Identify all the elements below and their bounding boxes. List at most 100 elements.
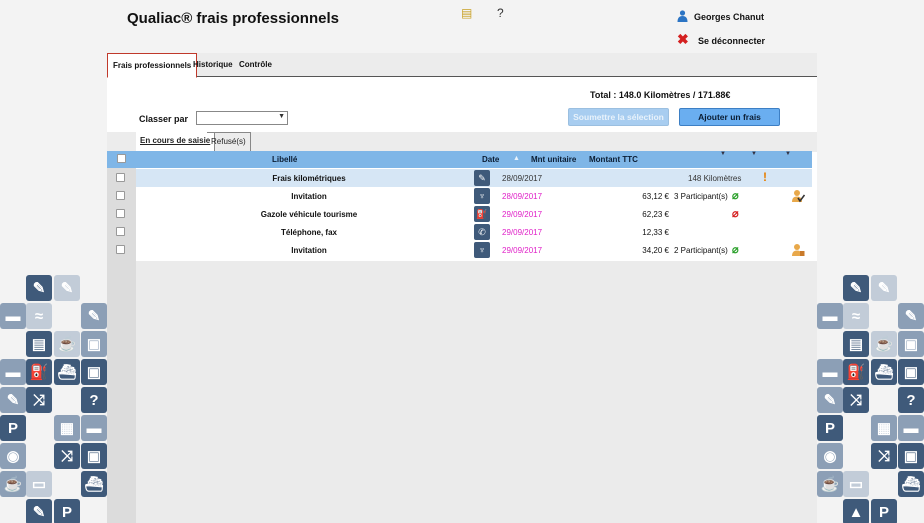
shuffle-icon: ⤨ bbox=[871, 443, 897, 469]
notes-icon[interactable]: ▤ bbox=[461, 6, 472, 20]
coffee-icon: ☕ bbox=[817, 471, 843, 497]
subtab-en-cours[interactable]: En cours de saisie bbox=[136, 132, 216, 152]
pencil-icon: ✎ bbox=[871, 275, 897, 301]
warning-icon[interactable]: ! bbox=[763, 170, 767, 184]
header-montant-ttc[interactable]: Montant TTC bbox=[589, 155, 638, 164]
attachment-icon[interactable]: ⌀ bbox=[732, 243, 739, 256]
bed-icon: ▬ bbox=[817, 303, 843, 329]
row-libelle: Gazole véhicule tourisme bbox=[260, 210, 358, 219]
bed-icon: ▬ bbox=[0, 303, 26, 329]
table-row[interactable]: Frais kilométriques ✎ 28/09/2017 148 Kil… bbox=[116, 169, 812, 187]
row-checkbox[interactable] bbox=[116, 191, 125, 200]
fuel-icon: ⛽ bbox=[26, 359, 52, 385]
add-expense-button[interactable]: Ajouter un frais bbox=[679, 108, 780, 126]
row-checkbox[interactable] bbox=[116, 209, 125, 218]
ship-icon: ⛴ bbox=[898, 471, 924, 497]
main-tabs: Frais professionnels Historique Contrôle bbox=[107, 53, 817, 78]
coffee-icon: ☕ bbox=[54, 331, 80, 357]
row-montant: 63,12 € bbox=[642, 192, 669, 201]
column-menu-icon[interactable]: ▼ bbox=[720, 151, 726, 157]
sub-tabs: En cours de saisie Refusé(s) bbox=[107, 132, 817, 152]
tab-controle[interactable]: Contrôle bbox=[234, 53, 277, 77]
parking-icon: P bbox=[817, 415, 843, 441]
parking-icon: P bbox=[54, 499, 80, 523]
header-libelle[interactable]: Libellé bbox=[272, 155, 297, 164]
row-libelle: Téléphone, fax bbox=[280, 228, 337, 237]
restaurant-icon: ♆ bbox=[474, 188, 490, 204]
column-menu-icon[interactable]: ▼ bbox=[751, 151, 757, 157]
table-row[interactable]: Gazole véhicule tourisme ⛽ 29/09/2017 62… bbox=[116, 205, 812, 223]
coffee-icon: ☕ bbox=[871, 331, 897, 357]
sort-label: Classer par bbox=[139, 114, 189, 124]
row-checkbox[interactable] bbox=[116, 227, 125, 236]
total-summary: Total : 148.0 Kilomètres / 171.88€ bbox=[590, 90, 731, 100]
pencil-icon: ✎ bbox=[898, 303, 924, 329]
newspaper-icon: ▤ bbox=[843, 331, 869, 357]
bed-icon: ▬ bbox=[817, 359, 843, 385]
parking-meter-icon: ◉ bbox=[0, 443, 26, 469]
row-extra: 2 Participant(s) bbox=[674, 246, 728, 255]
close-icon[interactable]: ✖ bbox=[677, 32, 689, 46]
attachment-icon[interactable]: ⌀ bbox=[732, 189, 739, 202]
bus-icon: ▣ bbox=[81, 359, 107, 385]
tab-historique[interactable]: Historique bbox=[188, 53, 238, 77]
row-libelle: Invitation bbox=[291, 246, 327, 255]
table-header: Libellé Date ▲ Mnt unitaire Montant TTC … bbox=[107, 151, 812, 168]
pencil-icon: ✎ bbox=[26, 499, 52, 523]
pencil-icon: ✎ bbox=[843, 275, 869, 301]
washing-icon: ≈ bbox=[843, 303, 869, 329]
restaurant-icon: ♆ bbox=[474, 242, 490, 258]
user-check-icon[interactable] bbox=[791, 189, 805, 203]
bed-icon: ▬ bbox=[898, 415, 924, 441]
sort-asc-icon[interactable]: ▲ bbox=[513, 155, 520, 162]
main-panel: Frais professionnels Historique Contrôle… bbox=[107, 53, 817, 523]
row-checkbox[interactable] bbox=[116, 173, 125, 182]
car-icon: ▣ bbox=[81, 331, 107, 357]
shuffle-icon: ⤨ bbox=[54, 443, 80, 469]
tab-frais-professionnels[interactable]: Frais professionnels bbox=[107, 53, 198, 78]
user-icon bbox=[677, 10, 688, 22]
pencil-icon: ✎ bbox=[817, 387, 843, 413]
car-icon: ▣ bbox=[898, 331, 924, 357]
table-row[interactable]: Invitation ♆ 28/09/2017 63,12 € 3 Partic… bbox=[116, 187, 812, 205]
attachment-icon[interactable]: ⌀ bbox=[732, 207, 739, 220]
bed-icon: ▬ bbox=[81, 415, 107, 441]
column-menu-icon[interactable]: ▼ bbox=[785, 151, 791, 157]
help-circle-icon: ? bbox=[81, 387, 107, 413]
bus-icon: ▣ bbox=[898, 359, 924, 385]
parking-icon: P bbox=[871, 499, 897, 523]
pencil-icon: ✎ bbox=[474, 170, 490, 186]
submit-selection-button[interactable]: Soumettre la sélection bbox=[568, 108, 669, 126]
select-all-checkbox[interactable] bbox=[117, 154, 126, 163]
header-mnt-unitaire[interactable]: Mnt unitaire bbox=[531, 155, 576, 164]
pencil-icon: ✎ bbox=[54, 275, 80, 301]
logout-link[interactable]: Se déconnecter bbox=[698, 36, 765, 46]
gift-icon: ▦ bbox=[54, 415, 80, 441]
user-icon[interactable] bbox=[791, 243, 805, 257]
table-row[interactable]: Invitation ♆ 29/09/2017 34,20 € 2 Partic… bbox=[116, 241, 812, 259]
subtab-refuses[interactable]: Refusé(s) bbox=[207, 132, 251, 152]
row-extra: 148 Kilomètres bbox=[688, 174, 742, 183]
row-extra: 3 Participant(s) bbox=[674, 192, 728, 201]
help-circle-icon: ? bbox=[898, 387, 924, 413]
parking-icon: P bbox=[0, 415, 26, 441]
car-icon: ▭ bbox=[26, 471, 52, 497]
sort-select[interactable]: ▼ bbox=[196, 111, 288, 125]
fuel-icon: ⛽ bbox=[843, 359, 869, 385]
header-date[interactable]: Date bbox=[482, 155, 499, 164]
table-row[interactable]: Téléphone, fax ✆ 29/09/2017 12,33 € bbox=[116, 223, 812, 241]
gift-icon: ▦ bbox=[871, 415, 897, 441]
user-name[interactable]: Georges Chanut bbox=[694, 12, 764, 22]
shuffle-icon: ⤨ bbox=[843, 387, 869, 413]
app-title: Qualiac® frais professionnels bbox=[127, 10, 339, 27]
fuel-icon: ⛽ bbox=[474, 206, 490, 222]
phone-icon: ✆ bbox=[474, 224, 490, 240]
decorative-tiles-right: ✎ ✎ ▬ ≈ ✎ ▤ ☕ ▣ ▬ ⛽ ⛴ ▣ ✎ ⤨ ? P ▦ ▬ ◉ ⤨ … bbox=[817, 275, 924, 523]
ship-icon: ⛴ bbox=[871, 359, 897, 385]
grid-empty-area bbox=[136, 261, 817, 523]
help-icon[interactable]: ? bbox=[497, 6, 504, 20]
row-date: 28/09/2017 bbox=[502, 192, 543, 201]
bed-icon: ▬ bbox=[0, 359, 26, 385]
shuffle-icon: ⤨ bbox=[26, 387, 52, 413]
row-checkbox[interactable] bbox=[116, 245, 125, 254]
